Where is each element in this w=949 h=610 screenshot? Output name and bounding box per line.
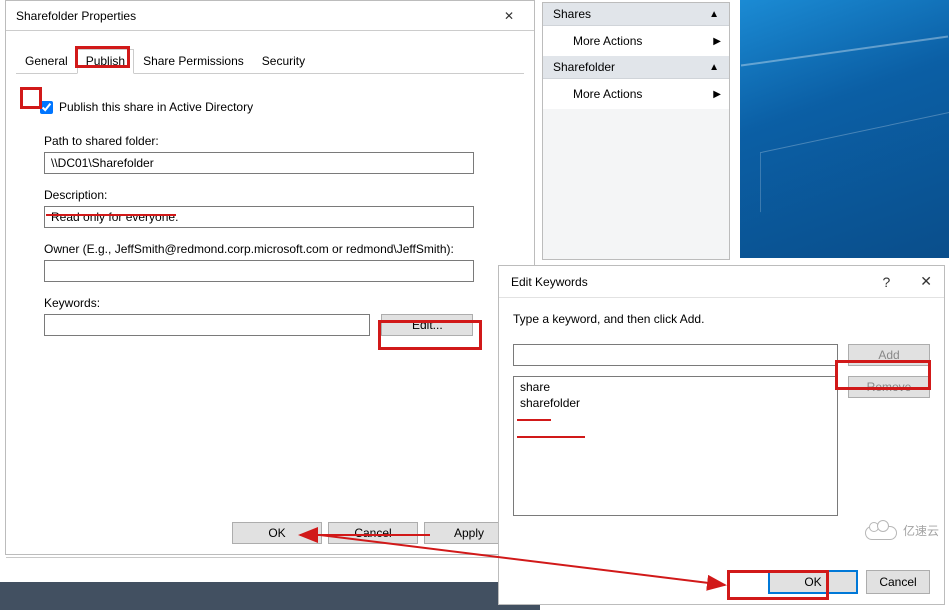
close-icon[interactable]: ✕ bbox=[494, 9, 524, 23]
description-field[interactable] bbox=[44, 206, 474, 228]
mmc-section-label: Shares bbox=[553, 7, 591, 21]
keywords-field bbox=[44, 314, 370, 336]
keywords-label: Keywords: bbox=[44, 296, 500, 310]
instruction-text: Type a keyword, and then click Add. bbox=[513, 312, 930, 326]
edit-keywords-dialog: Edit Keywords ? ✕ Type a keyword, and th… bbox=[498, 265, 945, 605]
path-label: Path to shared folder: bbox=[44, 134, 500, 148]
mmc-actions-pane: Shares ▲ More Actions ▶ Sharefolder ▲ Mo… bbox=[542, 2, 730, 260]
cloud-icon bbox=[863, 520, 897, 540]
dialog-titlebar: Sharefolder Properties ✕ bbox=[6, 1, 534, 31]
publish-in-ad-label: Publish this share in Active Directory bbox=[59, 100, 253, 114]
mmc-item-label: More Actions bbox=[573, 34, 642, 48]
divider bbox=[6, 557, 534, 558]
taskbar bbox=[0, 582, 540, 610]
tabs: General Publish Share Permissions Securi… bbox=[16, 49, 524, 74]
path-field bbox=[44, 152, 474, 174]
list-item[interactable]: share bbox=[520, 379, 831, 395]
sharefolder-properties-dialog: Sharefolder Properties ✕ General Publish… bbox=[5, 0, 535, 555]
watermark: 亿速云 bbox=[863, 520, 939, 540]
watermark-text: 亿速云 bbox=[903, 522, 939, 539]
tab-share-permissions[interactable]: Share Permissions bbox=[134, 49, 253, 73]
keyword-input[interactable] bbox=[513, 344, 838, 366]
desktop-background bbox=[740, 0, 949, 258]
remove-button[interactable]: Remove bbox=[848, 376, 930, 398]
edit-keywords-button[interactable]: Edit... bbox=[381, 314, 473, 336]
cancel-button[interactable]: Cancel bbox=[866, 570, 930, 594]
owner-label: Owner (E.g., JeffSmith@redmond.corp.micr… bbox=[44, 242, 500, 256]
tab-publish[interactable]: Publish bbox=[77, 49, 134, 74]
description-label: Description: bbox=[44, 188, 500, 202]
tab-publish-body: Publish this share in Active Directory P… bbox=[6, 74, 534, 360]
mmc-item-more-actions[interactable]: More Actions ▶ bbox=[543, 79, 729, 109]
add-button[interactable]: Add bbox=[848, 344, 930, 366]
mmc-section-sharefolder[interactable]: Sharefolder ▲ bbox=[543, 56, 729, 79]
mmc-section-shares[interactable]: Shares ▲ bbox=[543, 3, 729, 26]
mmc-section-label: Sharefolder bbox=[553, 60, 615, 74]
dialog-title: Edit Keywords bbox=[511, 275, 588, 289]
collapse-icon: ▲ bbox=[709, 62, 719, 73]
mmc-item-more-actions[interactable]: More Actions ▶ bbox=[543, 26, 729, 56]
list-item[interactable]: sharefolder bbox=[520, 395, 831, 411]
submenu-icon: ▶ bbox=[713, 89, 721, 100]
tab-general[interactable]: General bbox=[16, 49, 77, 73]
tab-security[interactable]: Security bbox=[253, 49, 314, 73]
mmc-item-label: More Actions bbox=[573, 87, 642, 101]
cancel-button[interactable]: Cancel bbox=[328, 522, 418, 544]
dialog-titlebar: Edit Keywords ? ✕ bbox=[499, 266, 944, 298]
help-icon[interactable]: ? bbox=[882, 274, 890, 290]
publish-in-ad-checkbox[interactable] bbox=[40, 101, 53, 114]
ok-button[interactable]: OK bbox=[768, 570, 858, 594]
owner-field[interactable] bbox=[44, 260, 474, 282]
keywords-listbox[interactable]: share sharefolder bbox=[513, 376, 838, 516]
ok-button[interactable]: OK bbox=[232, 522, 322, 544]
collapse-icon: ▲ bbox=[709, 9, 719, 20]
close-icon[interactable]: ✕ bbox=[920, 273, 932, 290]
dialog-title: Sharefolder Properties bbox=[16, 9, 136, 23]
submenu-icon: ▶ bbox=[713, 36, 721, 47]
